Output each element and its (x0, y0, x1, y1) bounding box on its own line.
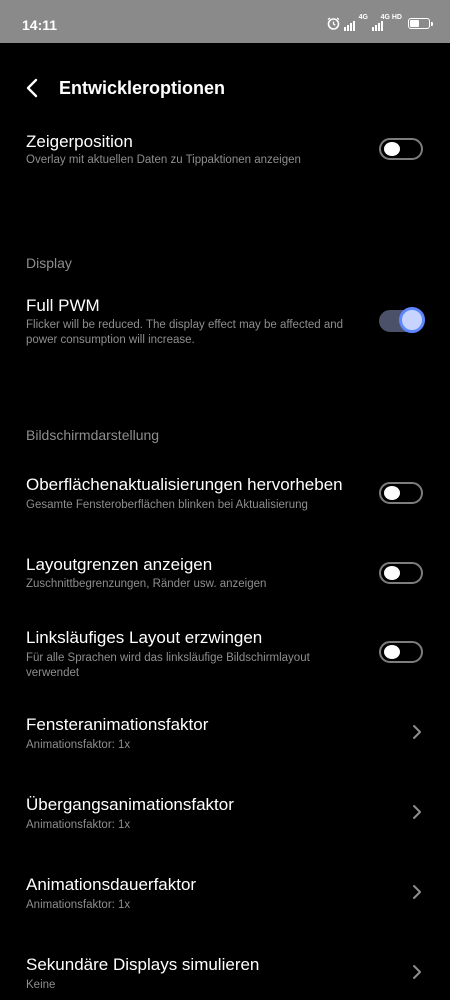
status-bar: 14:11 4G 4G HD (0, 0, 450, 43)
network-type-label: 4G HD (380, 14, 402, 21)
chevron-right-icon (413, 805, 421, 819)
setting-row-layoutgrenzen[interactable]: Layoutgrenzen anzeigen Zuschnittbegrenzu… (0, 550, 450, 598)
page-title: Entwickleroptionen (59, 78, 226, 98)
setting-title: Zeigerposition (26, 132, 133, 151)
layoutgrenzen-toggle[interactable] (379, 562, 423, 584)
setting-row-full-pwm[interactable]: Full PWM Flicker will be reduced. The di… (0, 290, 450, 350)
setting-title: Fensteranimationsfaktor (26, 715, 209, 734)
linkslaeufig-toggle[interactable] (379, 641, 423, 663)
signal-icon: 4G HD (372, 14, 402, 31)
setting-title: Animationsdauerfaktor (26, 875, 197, 894)
setting-title: Layoutgrenzen anzeigen (26, 555, 213, 574)
status-icons: 4G 4G HD (327, 14, 433, 31)
back-arrow-icon[interactable] (22, 77, 44, 99)
setting-subtitle: Animationsfaktor: 1x (26, 899, 131, 911)
app-bar: Entwickleroptionen (0, 43, 450, 133)
alarm-icon (327, 16, 340, 30)
setting-row-linkslaeufiges-layout[interactable]: Linksläufiges Layout erzwingen Für alle … (0, 623, 450, 683)
setting-title: Oberflächenaktualisierungen hervorheben (26, 475, 343, 494)
setting-subtitle: Overlay mit aktuellen Daten zu Tippaktio… (26, 154, 301, 166)
setting-subtitle: Gesamte Fensteroberflächen blinken bei A… (26, 499, 308, 511)
full-pwm-toggle[interactable] (379, 307, 425, 333)
section-header-bildschirmdarstellung: Bildschirmdarstellung (26, 427, 160, 443)
section-header-display: Display (26, 255, 72, 271)
oberflaechen-toggle[interactable] (379, 482, 423, 504)
signal-icon: 4G (344, 14, 368, 31)
toggle-knob (384, 566, 400, 580)
setting-row-animationsdauerfaktor[interactable]: Animationsdauerfaktor Animationsfaktor: … (0, 870, 450, 918)
setting-subtitle: Animationsfaktor: 1x (26, 819, 131, 831)
toggle-knob (384, 486, 400, 500)
chevron-right-icon (413, 885, 421, 899)
setting-subtitle: Für alle Sprachen wird das linksläufige … (26, 652, 310, 679)
battery-icon (408, 17, 433, 29)
setting-title: Übergangsanimationsfaktor (26, 795, 234, 814)
chevron-right-icon (413, 725, 421, 739)
toggle-knob (399, 307, 425, 333)
setting-row-sekundaere-displays[interactable]: Sekundäre Displays simulieren Keine (0, 950, 450, 998)
setting-subtitle: Zuschnittbegrenzungen, Ränder usw. anzei… (26, 578, 267, 590)
setting-row-zeigerposition[interactable]: Zeigerposition Overlay mit aktuellen Dat… (0, 127, 450, 179)
status-time: 14:11 (22, 17, 58, 33)
setting-title: Full PWM (26, 296, 100, 315)
chevron-right-icon (413, 965, 421, 979)
setting-row-fensteranimationsfaktor[interactable]: Fensteranimationsfaktor Animationsfaktor… (0, 710, 450, 758)
setting-subtitle: Animationsfaktor: 1x (26, 739, 131, 751)
setting-title: Sekundäre Displays simulieren (26, 955, 260, 974)
setting-subtitle: Flicker will be reduced. The display eff… (26, 319, 344, 346)
toggle-knob (384, 142, 400, 156)
setting-title: Linksläufiges Layout erzwingen (26, 628, 263, 647)
network-type-label: 4G (358, 14, 368, 21)
setting-row-oberflaechenaktualisierungen[interactable]: Oberflächenaktualisierungen hervorheben … (0, 470, 450, 518)
zeigerposition-toggle[interactable] (379, 138, 423, 160)
setting-subtitle: Keine (26, 979, 56, 991)
setting-row-uebergangsanimationsfaktor[interactable]: Übergangsanimationsfaktor Animationsfakt… (0, 790, 450, 838)
toggle-knob (384, 645, 400, 659)
